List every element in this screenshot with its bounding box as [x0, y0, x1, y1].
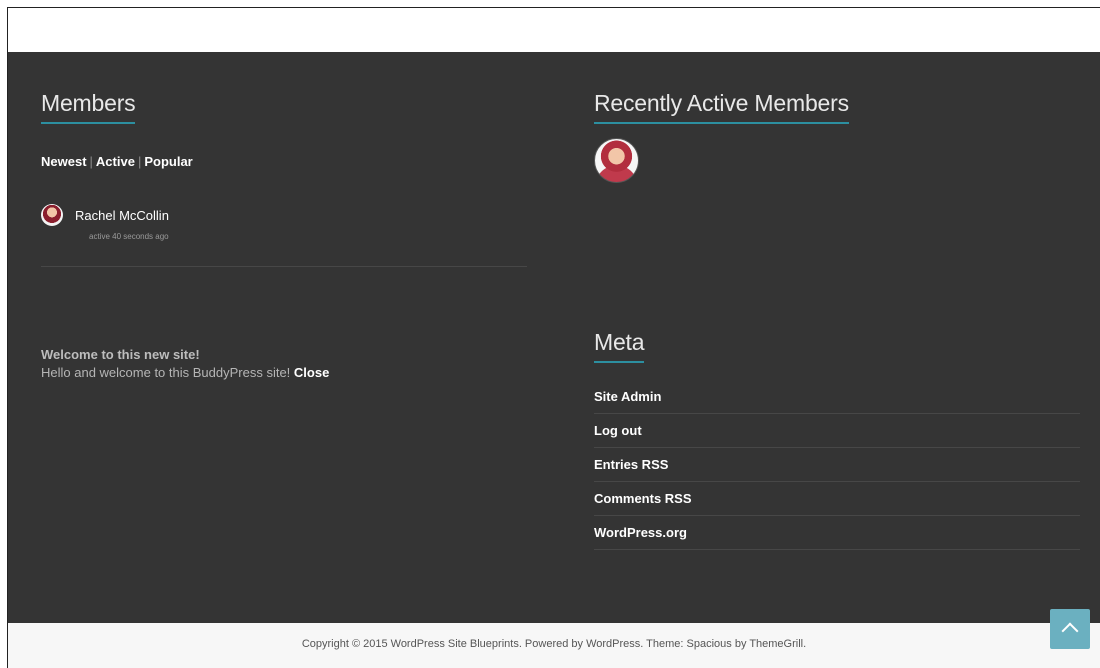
recent-members-title: Recently Active Members [594, 90, 849, 124]
recent-member-avatar[interactable] [594, 138, 639, 183]
welcome-message: Hello and welcome to this BuddyPress sit… [41, 365, 291, 380]
welcome-notice: Welcome to this new site! Hello and welc… [41, 346, 329, 382]
filter-popular-link[interactable]: Popular [144, 154, 192, 169]
scroll-to-top-button[interactable] [1050, 609, 1090, 649]
members-filter: Newest | Active | Popular [41, 154, 193, 169]
site-footer: Copyright © 2015 WordPress Site Blueprin… [8, 623, 1100, 668]
member-list-item: Rachel McCollin active 40 seconds ago [41, 204, 527, 267]
list-item: Comments RSS [594, 482, 1080, 516]
header-area [8, 8, 1100, 52]
filter-separator: | [137, 154, 142, 169]
members-widget-title: Members [41, 90, 136, 124]
list-item: WordPress.org [594, 516, 1080, 550]
site-admin-link[interactable]: Site Admin [594, 380, 1080, 414]
member-name-link[interactable]: Rachel McCollin [75, 208, 169, 223]
filter-separator: | [89, 154, 93, 169]
chevron-up-icon [1061, 622, 1079, 640]
filter-active-link[interactable]: Active [96, 154, 135, 169]
entries-rss-link[interactable]: Entries RSS [594, 448, 1080, 482]
welcome-title: Welcome to this new site! [41, 347, 200, 362]
members-widget: Members [41, 90, 136, 124]
footer-widget-area: Members Newest | Active | Popular Rachel McC… [8, 52, 1100, 623]
recent-members-widget: Recently Active Members [594, 90, 849, 124]
list-item: Log out [594, 414, 1080, 448]
meta-widget-title: Meta [594, 329, 645, 363]
wordpress-org-link[interactable]: WordPress.org [594, 516, 1080, 550]
list-item: Entries RSS [594, 448, 1080, 482]
copyright-text: Copyright © 2015 WordPress Site Blueprin… [301, 638, 807, 650]
log-out-link[interactable]: Log out [594, 414, 1080, 448]
member-activity-time: active 40 seconds ago [89, 232, 169, 241]
comments-rss-link[interactable]: Comments RSS [594, 482, 1080, 516]
member-avatar[interactable] [41, 204, 63, 226]
welcome-close-link[interactable]: Close [294, 365, 329, 380]
meta-widget: Meta [594, 329, 645, 363]
filter-newest-link[interactable]: Newest [41, 154, 87, 169]
list-item: Site Admin [594, 380, 1080, 414]
meta-links-list: Site Admin Log out Entries RSS Comments … [594, 380, 1080, 550]
